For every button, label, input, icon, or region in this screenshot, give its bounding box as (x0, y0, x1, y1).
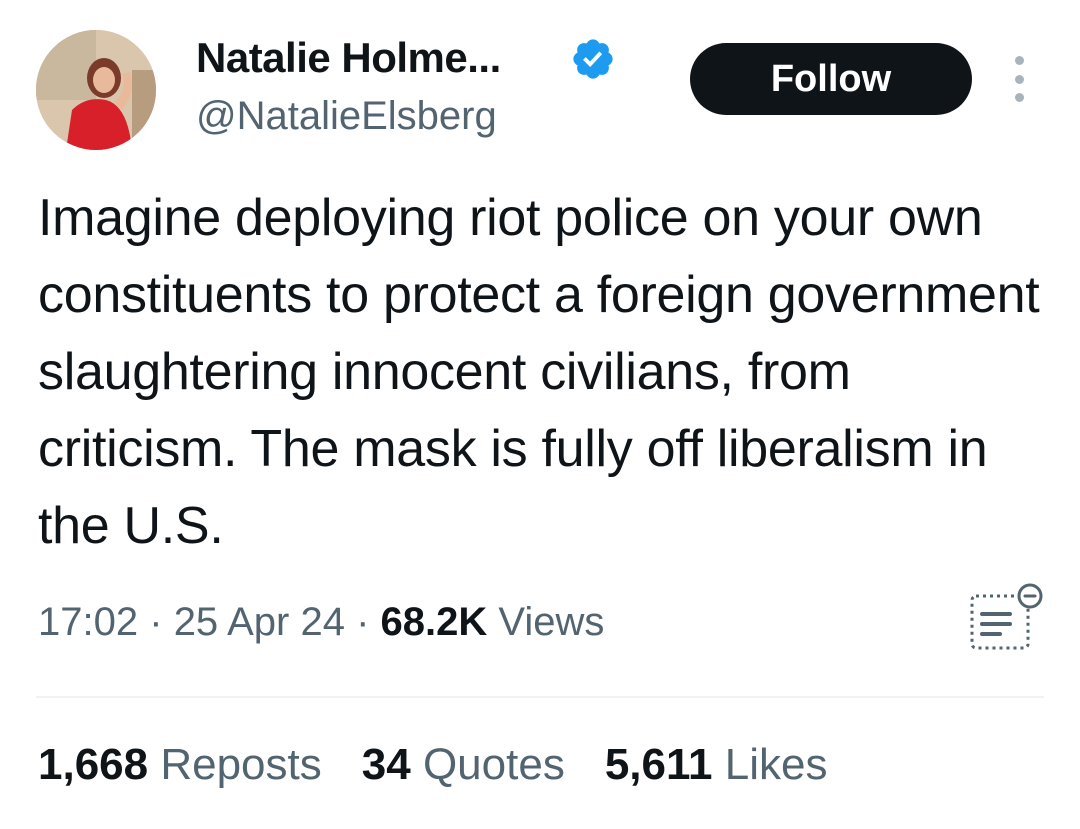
meta-separator: · (149, 600, 163, 644)
engagement-stats: 1,668 Reposts 34 Quotes 5,611 Likes (38, 740, 867, 790)
reposts-stat[interactable]: 1,668 Reposts (38, 740, 322, 790)
quotes-stat[interactable]: 34 Quotes (362, 740, 565, 790)
more-options-icon[interactable] (1004, 56, 1034, 102)
views-label: Views (498, 600, 605, 644)
tweet-text: Imagine deploying riot police on your ow… (38, 189, 1040, 555)
likes-stat[interactable]: 5,611 Likes (605, 740, 828, 790)
likes-count: 5,611 (604, 740, 713, 789)
handle[interactable]: @NatalieElsberg (196, 94, 497, 139)
tweet-time[interactable]: 17:02 (38, 600, 138, 644)
display-name[interactable]: Natalie Holme... (196, 34, 501, 82)
quotes-label: Quotes (422, 740, 565, 789)
dot (1014, 93, 1024, 102)
views-count: 68.2K (380, 600, 488, 644)
dot (1014, 74, 1024, 84)
follow-button[interactable]: Follow (690, 43, 972, 115)
dot (1014, 56, 1024, 65)
profile-photo-icon (36, 30, 156, 150)
reposts-label: Reposts (160, 740, 322, 789)
tweet-date[interactable]: 25 Apr 24 (174, 600, 345, 644)
quotes-count: 34 (361, 740, 411, 789)
reposts-count: 1,668 (38, 740, 149, 789)
avatar[interactable] (36, 30, 156, 150)
likes-label: Likes (724, 740, 828, 789)
verified-badge-icon (573, 39, 613, 79)
grok-summary-icon[interactable] (968, 582, 1048, 654)
tweet-meta: 17:02 · 25 Apr 24 · 68.2K Views (38, 600, 604, 645)
divider (36, 696, 1044, 698)
meta-separator: · (356, 600, 370, 644)
